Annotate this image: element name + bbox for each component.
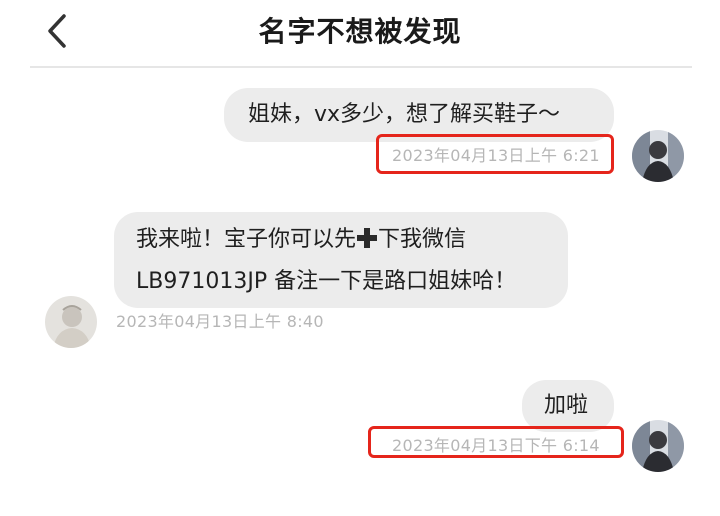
avatar-self-image xyxy=(632,420,684,472)
chat-header: 名字不想被发现 xyxy=(0,0,720,66)
page-title: 名字不想被发现 xyxy=(258,15,462,48)
avatar-self[interactable] xyxy=(632,420,684,472)
avatar-contact[interactable] xyxy=(45,296,97,348)
avatar-self-image xyxy=(632,130,684,182)
message-line-1: 我来啦！宝子你可以先 下我微信 xyxy=(136,227,467,252)
avatar-self[interactable] xyxy=(632,130,684,182)
message-timestamp: 2023年04月13日上午 8:40 xyxy=(116,312,324,331)
message-bubble-incoming[interactable]: 我来啦！宝子你可以先 下我微信 LB971013JP 备注一下是路口姐妹哈！ xyxy=(114,212,568,308)
plus-icon xyxy=(357,228,378,248)
avatar-contact-image xyxy=(45,296,97,348)
highlight-box xyxy=(376,134,614,174)
message-line-2: LB971013JP 备注一下是路口姐妹哈！ xyxy=(136,269,517,294)
highlight-box xyxy=(368,426,624,458)
header-divider xyxy=(30,66,692,68)
message-text: 姐妹，vx多少，想了解买鞋子～ xyxy=(248,102,561,127)
message-text: 加啦 xyxy=(544,393,589,418)
message-bubble-outgoing[interactable]: 加啦 xyxy=(522,380,614,432)
